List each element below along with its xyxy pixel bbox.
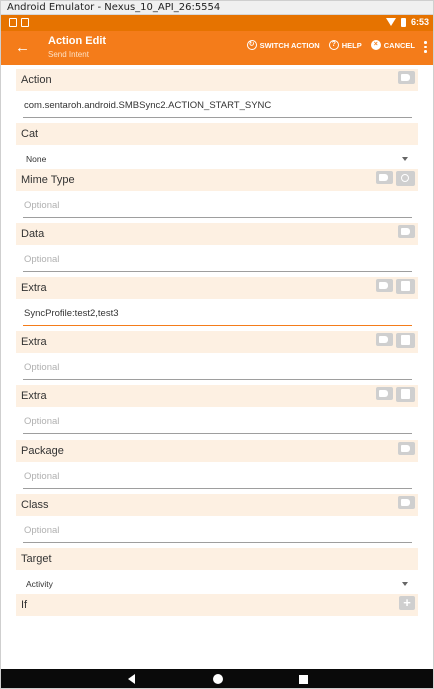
action-value: com.sentaroh.android.SMBSync2.ACTION_STA… <box>24 100 272 111</box>
package-placeholder: Optional <box>24 471 60 482</box>
status-time: 6:53 <box>410 17 429 27</box>
package-field: Package Optional <box>16 440 418 489</box>
field-header: Class <box>16 494 418 516</box>
field-label: Data <box>21 228 45 240</box>
refresh-icon: ↻ <box>246 40 257 50</box>
extra-field-3: Extra Optional <box>16 385 418 434</box>
field-label: Class <box>21 499 49 511</box>
note-icon[interactable] <box>396 333 415 348</box>
data-field: Data Optional <box>16 223 418 272</box>
nav-home-icon[interactable] <box>213 674 223 684</box>
field-label: Extra <box>21 282 47 294</box>
label-icon[interactable] <box>376 333 393 346</box>
field-label: Package <box>21 445 64 457</box>
field-header: Mime Type <box>16 169 418 191</box>
extra-placeholder-2: Optional <box>24 362 60 373</box>
page-subtitle: Send Intent <box>48 50 89 59</box>
target-field: Target Activity <box>16 548 418 596</box>
mime-type-input[interactable]: Optional <box>23 191 412 218</box>
class-placeholder: Optional <box>24 525 60 536</box>
mime-type-placeholder: Optional <box>24 200 60 211</box>
class-input[interactable]: Optional <box>23 516 412 543</box>
extra-placeholder-3: Optional <box>24 416 60 427</box>
field-label: Mime Type <box>21 174 75 186</box>
action-edit-form: Action com.sentaroh.android.SMBSync2.ACT… <box>1 65 433 669</box>
field-label: Extra <box>21 336 47 348</box>
field-header: Extra <box>16 277 418 299</box>
chevron-down-icon <box>402 582 408 586</box>
label-icon[interactable] <box>398 442 415 455</box>
battery-icon <box>400 17 406 27</box>
if-field: If + <box>16 594 418 616</box>
nav-recents-icon[interactable] <box>299 675 308 684</box>
wifi-icon <box>385 18 396 26</box>
label-icon[interactable] <box>376 171 393 184</box>
cancel-button[interactable]: × CANCEL <box>370 40 415 50</box>
page-title: Action Edit <box>48 35 107 47</box>
notification-icon <box>9 18 17 27</box>
label-icon[interactable] <box>398 496 415 509</box>
plus-icon[interactable]: + <box>399 596 415 610</box>
field-label: Extra <box>21 390 47 402</box>
package-input[interactable]: Optional <box>23 462 412 489</box>
emulator-window: Android Emulator - Nexus_10_API_26:5554 … <box>0 0 434 689</box>
field-header: Action <box>16 69 418 91</box>
field-header: If + <box>16 594 418 616</box>
extra-input-1[interactable]: SyncProfile:test2,test3 <box>23 299 412 326</box>
switch-action-label: SWITCH ACTION <box>259 40 320 50</box>
notification-icon <box>21 18 29 27</box>
extra-value-1: SyncProfile:test2,test3 <box>24 308 119 319</box>
arrow-back-icon[interactable]: ← <box>15 39 33 57</box>
search-icon[interactable] <box>396 171 415 186</box>
cat-selected-value: None <box>26 154 47 164</box>
action-field: Action com.sentaroh.android.SMBSync2.ACT… <box>16 69 418 118</box>
more-vert-icon[interactable] <box>424 41 428 53</box>
cancel-label: CANCEL <box>383 40 415 50</box>
target-select[interactable]: Activity <box>24 570 412 596</box>
field-header: Package <box>16 440 418 462</box>
extra-field-1: Extra SyncProfile:test2,test3 <box>16 277 418 326</box>
help-label: HELP <box>341 40 362 50</box>
data-input[interactable]: Optional <box>23 245 412 272</box>
field-label: Action <box>21 74 52 86</box>
target-selected-value: Activity <box>26 579 53 589</box>
label-icon[interactable] <box>398 71 415 84</box>
close-circle-icon: × <box>370 40 381 50</box>
note-icon[interactable] <box>396 387 415 402</box>
extra-field-2: Extra Optional <box>16 331 418 380</box>
label-icon[interactable] <box>376 387 393 400</box>
extra-input-3[interactable]: Optional <box>23 407 412 434</box>
app-bar: ← Action Edit Send Intent ↻ SWITCH ACTIO… <box>1 31 433 65</box>
field-header: Target <box>16 548 418 570</box>
mime-type-field: Mime Type Optional <box>16 169 418 218</box>
label-icon[interactable] <box>398 225 415 238</box>
label-icon[interactable] <box>376 279 393 292</box>
android-nav-bar <box>1 669 433 688</box>
field-label: Target <box>21 553 52 565</box>
field-label: If <box>21 599 28 611</box>
switch-action-button[interactable]: ↻ SWITCH ACTION <box>246 40 320 50</box>
chevron-down-icon <box>402 157 408 161</box>
field-header: Extra <box>16 331 418 353</box>
action-input[interactable]: com.sentaroh.android.SMBSync2.ACTION_STA… <box>23 91 412 118</box>
cat-select[interactable]: None <box>24 145 412 171</box>
android-status-bar: 6:53 <box>1 15 433 31</box>
help-button[interactable]: ? HELP <box>328 40 362 50</box>
extra-input-2[interactable]: Optional <box>23 353 412 380</box>
help-circle-icon: ? <box>328 40 339 50</box>
field-header: Cat <box>16 123 418 145</box>
emulator-title-bar: Android Emulator - Nexus_10_API_26:5554 <box>1 1 433 15</box>
cat-field: Cat None <box>16 123 418 171</box>
field-label: Cat <box>21 128 39 140</box>
nav-back-icon[interactable] <box>128 674 135 684</box>
data-placeholder: Optional <box>24 254 60 265</box>
field-header: Extra <box>16 385 418 407</box>
class-field: Class Optional <box>16 494 418 543</box>
field-header: Data <box>16 223 418 245</box>
note-icon[interactable] <box>396 279 415 294</box>
